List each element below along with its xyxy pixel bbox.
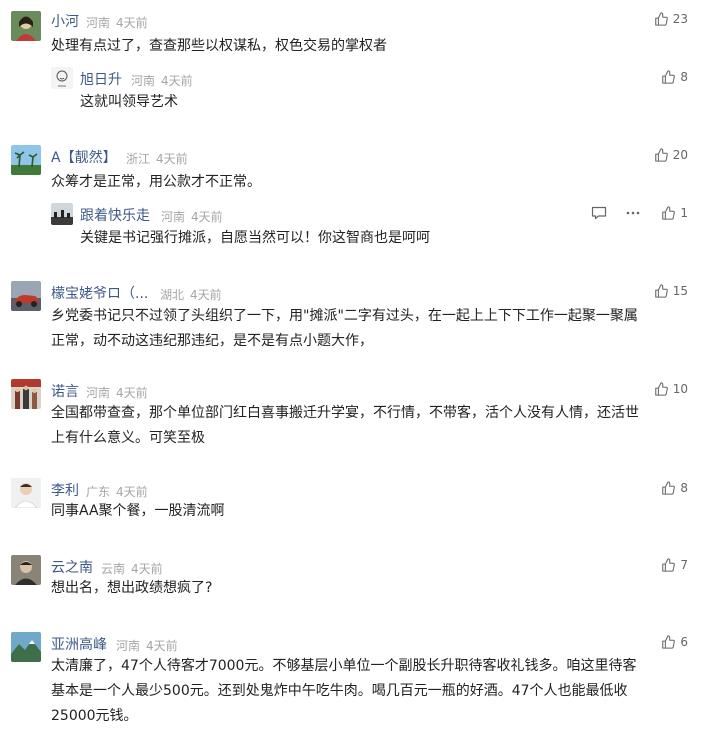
comment-text: 太清廉了，47个人待客才7000元。不够基层小单位一个副股长升职待客收礼钱多。咱… xyxy=(51,654,691,729)
comment-text: 众筹才是正常，用公款才不正常。 xyxy=(51,174,261,190)
comment-text: 同事AA聚个餐，一股清流啊 xyxy=(51,503,225,519)
thumbs-up-icon xyxy=(654,382,668,396)
comment-author[interactable]: 小河 xyxy=(51,11,79,31)
like-button[interactable]: 15 xyxy=(654,284,688,298)
like-count: 10 xyxy=(672,382,688,396)
comment-time: 4天前 xyxy=(116,386,148,400)
comment-text-line: 全国都带查查，那个单位部门红白喜事搬迁升学宴，不行情，不带客，活个人没有人情，还… xyxy=(51,405,639,421)
like-count: 23 xyxy=(672,12,688,26)
like-button[interactable]: 23 xyxy=(654,12,688,26)
avatar[interactable] xyxy=(51,203,73,225)
comment-text: 全国都带查查，那个单位部门红白喜事搬迁升学宴，不行情，不带客，活个人没有人情，还… xyxy=(51,401,691,451)
like-button[interactable]: 6 xyxy=(661,635,688,649)
comment-author[interactable]: A【靓然】 xyxy=(51,147,117,167)
reply-region: 河南 xyxy=(131,74,156,88)
like-count: 6 xyxy=(680,635,688,649)
thumbs-up-icon xyxy=(662,635,676,649)
thumbs-up-icon xyxy=(662,558,676,572)
comment-time: 4天前 xyxy=(146,639,178,653)
like-count: 15 xyxy=(672,284,688,298)
avatar[interactable] xyxy=(11,145,41,175)
comment-time: 4天前 xyxy=(116,485,148,499)
comment-author[interactable]: 云之南 xyxy=(51,557,93,577)
comment-text-line: 正常，动不动这违纪那违纪，是不是有点小题大作， xyxy=(51,333,373,349)
comment-icon[interactable] xyxy=(591,206,607,220)
more-icon[interactable] xyxy=(625,206,641,220)
comment-author[interactable]: 李利 xyxy=(51,480,79,500)
comment-meta: 云南 4天前 xyxy=(101,560,163,577)
comment-text-line: 基本是一个人最少500元。还到处鬼炸中午吃牛肉。喝几百元一瓶的好酒。47个人也能… xyxy=(51,683,628,699)
comment-region: 湖北 xyxy=(160,288,185,302)
comment-author[interactable]: 诺言 xyxy=(51,381,79,401)
reply-meta: 河南 4天前 xyxy=(161,208,223,225)
reply-text: 这就叫领导艺术 xyxy=(80,94,178,110)
comment-region: 浙江 xyxy=(126,152,151,166)
comment-text-line: 太清廉了，47个人待客才7000元。不够基层小单位一个副股长升职待客收礼钱多。咱… xyxy=(51,658,637,674)
reply-author[interactable]: 跟着快乐走 xyxy=(80,205,150,225)
comment-text: 乡党委书记只不过领了头组织了一下，用"摊派"二字有过头，在一起上上下下工作一起聚… xyxy=(51,304,691,354)
like-count: 8 xyxy=(680,481,688,495)
comment-time: 4天前 xyxy=(156,152,188,166)
comment-meta: 河南 4天前 xyxy=(116,637,178,654)
like-count: 1 xyxy=(680,206,688,220)
thumbs-up-icon xyxy=(654,148,668,162)
thumbs-up-icon xyxy=(654,12,668,26)
comment-meta: 浙江 4天前 xyxy=(126,150,188,167)
comment-meta: 河南 4天前 xyxy=(86,384,148,401)
thumbs-up-icon xyxy=(654,284,668,298)
comment-text: 想出名，想出政绩想疯了? xyxy=(51,580,213,596)
reply-meta: 河南 4天前 xyxy=(131,72,193,89)
like-button[interactable]: 1 xyxy=(661,206,688,220)
reply-time: 4天前 xyxy=(191,210,223,224)
comment-time: 4天前 xyxy=(131,562,163,576)
like-button[interactable]: 10 xyxy=(654,382,688,396)
comment-text-line: 上有什么意义。可笑至极 xyxy=(51,430,205,446)
thumbs-up-icon xyxy=(662,206,676,220)
comment-author[interactable]: 檬宝姥爷ロ（... xyxy=(51,283,148,303)
avatar[interactable] xyxy=(11,281,41,311)
like-button[interactable]: 8 xyxy=(661,70,688,84)
like-count: 20 xyxy=(672,148,688,162)
avatar[interactable] xyxy=(11,555,41,585)
avatar[interactable] xyxy=(11,478,41,508)
comment-text: 处理有点过了，查查那些以权谋私，权色交易的掌权者 xyxy=(51,38,387,54)
like-count: 7 xyxy=(680,558,688,572)
comment-time: 4天前 xyxy=(190,288,222,302)
avatar[interactable] xyxy=(51,67,73,89)
comment-meta: 湖北 4天前 xyxy=(160,286,222,303)
comment-time: 4天前 xyxy=(116,16,148,30)
like-button[interactable]: 8 xyxy=(661,481,688,495)
avatar[interactable] xyxy=(11,11,41,41)
like-button[interactable]: 20 xyxy=(654,148,688,162)
like-button[interactable]: 7 xyxy=(661,558,688,572)
reply-time: 4天前 xyxy=(161,74,193,88)
comment-region: 河南 xyxy=(116,639,141,653)
comment-region: 广东 xyxy=(86,485,111,499)
thumbs-up-icon xyxy=(662,481,676,495)
avatar[interactable] xyxy=(11,632,41,662)
comment-region: 河南 xyxy=(86,16,111,30)
comment-region: 云南 xyxy=(101,562,126,576)
comment-meta: 河南 4天前 xyxy=(86,14,148,31)
like-count: 8 xyxy=(680,70,688,84)
reply-author[interactable]: 旭日升 xyxy=(80,69,122,89)
comment-text-line: 25000元钱。 xyxy=(51,708,138,724)
comment-text-line: 乡党委书记只不过领了头组织了一下，用"摊派"二字有过头，在一起上上下下工作一起聚… xyxy=(51,308,638,324)
reply-text: 关键是书记强行摊派，自愿当然可以！你这智商也是呵呵 xyxy=(80,230,430,246)
reply-actions xyxy=(591,206,641,220)
thumbs-up-icon xyxy=(662,70,676,84)
reply-region: 河南 xyxy=(161,210,186,224)
comment-region: 河南 xyxy=(86,386,111,400)
comment-meta: 广东 4天前 xyxy=(86,483,148,500)
avatar[interactable] xyxy=(11,379,41,409)
comment-author[interactable]: 亚洲高峰 xyxy=(51,634,107,654)
